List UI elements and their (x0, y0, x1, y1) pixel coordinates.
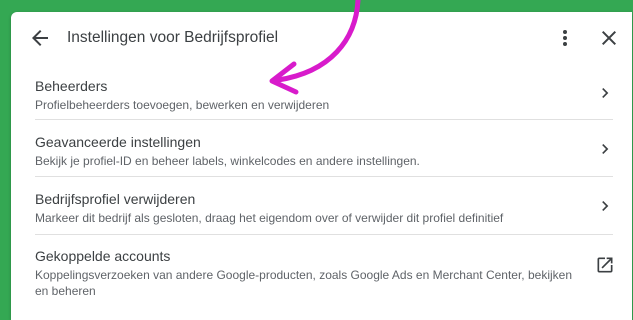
divider (35, 234, 613, 235)
settings-item-title: Beheerders (35, 78, 108, 94)
settings-item-bedrijfsprofiel-verwijderen[interactable]: Bedrijfsprofiel verwijderen Markeer dit … (35, 190, 615, 226)
close-icon[interactable] (597, 26, 621, 50)
settings-item-description: Koppelingsverzoeken van andere Google-pr… (35, 268, 573, 298)
divider (35, 176, 613, 177)
open-in-new-icon (597, 257, 613, 273)
panel-header: Instellingen voor Bedrijfsprofiel (11, 12, 632, 64)
settings-item-beheerders[interactable]: Beheerders Profielbeheerders toevoegen, … (35, 77, 615, 113)
settings-item-description: Bekijk je profiel-ID en beheer labels, w… (35, 154, 420, 168)
page-title: Instellingen voor Bedrijfsprofiel (67, 29, 279, 46)
chevron-right-icon (602, 88, 609, 98)
chevron-right-icon (602, 201, 609, 211)
settings-item-description: Markeer dit bedrijf als gesloten, draag … (35, 211, 504, 225)
more-vert-icon[interactable] (555, 26, 575, 50)
settings-item-gekoppelde-accounts[interactable]: Gekoppelde accounts Koppelingsverzoeken … (35, 247, 615, 299)
settings-item-description: Profielbeheerders toevoegen, bewerken en… (35, 98, 330, 112)
back-arrow-icon[interactable] (28, 26, 52, 50)
chevron-right-icon (602, 144, 609, 154)
divider (35, 119, 613, 120)
settings-item-title: Gekoppelde accounts (35, 248, 171, 264)
settings-panel: Instellingen voor Bedrijfsprofiel Beheer… (11, 12, 632, 320)
settings-item-geavanceerde-instellingen[interactable]: Geavanceerde instellingen Bekijk je prof… (35, 133, 615, 169)
settings-item-title: Geavanceerde instellingen (35, 134, 201, 150)
settings-item-title: Bedrijfsprofiel verwijderen (35, 191, 196, 207)
